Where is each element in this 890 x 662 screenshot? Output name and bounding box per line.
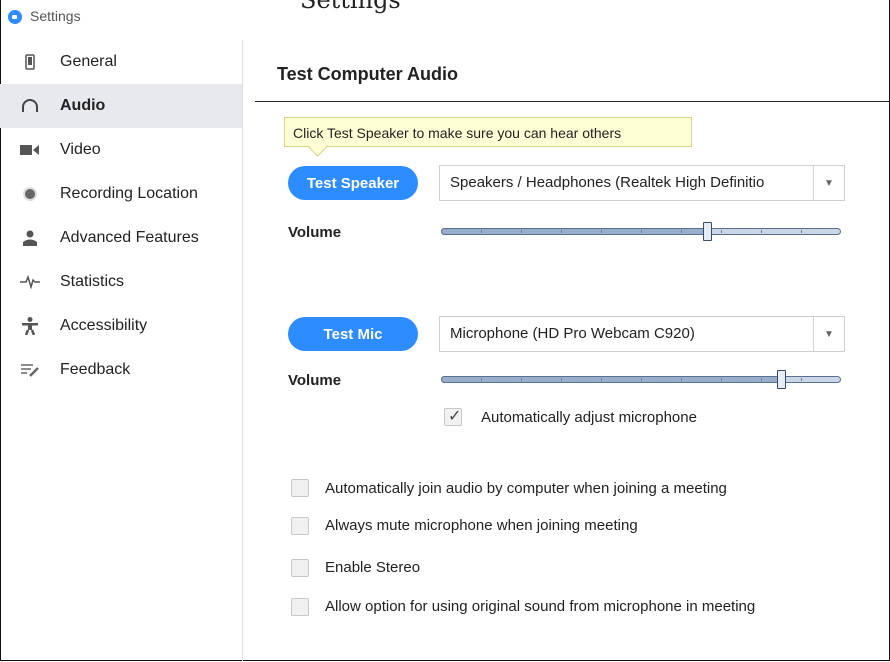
speaker-device-select[interactable]: Speakers / Headphones (Realtek High Defi… — [439, 165, 845, 201]
enable-stereo-checkbox[interactable]: ✓ — [291, 559, 309, 577]
phone-icon — [0, 54, 60, 70]
sidebar-item-advanced-features[interactable]: Advanced Features — [0, 216, 242, 260]
sidebar-item-audio[interactable]: Audio — [0, 84, 242, 128]
mic-volume-label: Volume — [288, 372, 342, 389]
slider-tick — [481, 230, 482, 233]
sidebar: General Audio Video Recording Location A… — [0, 40, 243, 662]
sidebar-item-general[interactable]: General — [0, 40, 242, 84]
sidebar-item-label: Recording Location — [60, 185, 198, 202]
slider-tick — [601, 230, 602, 233]
title-divider — [255, 101, 890, 102]
speaker-volume-label: Volume — [288, 224, 342, 241]
auto-join-audio-label: Automatically join audio by computer whe… — [325, 480, 727, 497]
sidebar-item-feedback[interactable]: Feedback — [0, 348, 242, 392]
sidebar-item-accessibility[interactable]: Accessibility — [0, 304, 242, 348]
page-title: Test Computer Audio — [277, 64, 458, 84]
slider-tick — [681, 230, 682, 233]
slider-tick — [761, 378, 762, 381]
slider-thumb[interactable] — [777, 370, 786, 389]
window-title: Settings — [30, 8, 81, 24]
auto-adjust-mic-label: Automatically adjust microphone — [481, 409, 697, 426]
sidebar-item-statistics[interactable]: Statistics — [0, 260, 242, 304]
headphones-icon — [0, 98, 60, 114]
slider-tick — [801, 378, 802, 381]
feedback-icon — [0, 363, 60, 377]
sidebar-item-label: Video — [60, 141, 101, 158]
cropped-heading: Settings — [300, 0, 401, 14]
auto-join-audio-checkbox[interactable]: ✓ — [291, 479, 309, 497]
record-icon — [0, 186, 60, 202]
sidebar-item-label: Accessibility — [60, 317, 148, 334]
test-speaker-tooltip: Click Test Speaker to make sure you can … — [284, 117, 692, 147]
tooltip-text: Click Test Speaker to make sure you can … — [293, 125, 622, 141]
slider-tick — [601, 378, 602, 381]
slider-tick — [641, 378, 642, 381]
zoom-app-icon — [8, 10, 22, 24]
slider-thumb[interactable] — [703, 222, 712, 241]
mic-device-value: Microphone (HD Pro Webcam C920) — [450, 325, 695, 342]
sidebar-item-label: Audio — [60, 97, 106, 114]
speaker-volume-slider[interactable] — [441, 222, 841, 241]
video-camera-icon — [0, 144, 60, 156]
chevron-down-icon[interactable]: ▼ — [813, 317, 844, 351]
slider-tick — [801, 230, 802, 233]
sidebar-item-label: Feedback — [60, 361, 131, 378]
enable-stereo-label: Enable Stereo — [325, 559, 421, 576]
slider-tick — [481, 378, 482, 381]
original-sound-checkbox[interactable]: ✓ — [291, 598, 309, 616]
speaker-device-value: Speakers / Headphones (Realtek High Defi… — [450, 174, 765, 191]
title-bar: Settings Settings — [0, 0, 890, 40]
sidebar-item-label: Statistics — [60, 273, 125, 290]
person-icon — [0, 230, 60, 246]
test-speaker-button[interactable]: Test Speaker — [288, 166, 418, 200]
audio-settings-panel: Test Computer Audio Click Test Speaker t… — [243, 40, 890, 662]
accessibility-icon — [0, 317, 60, 335]
pulse-icon — [0, 275, 60, 289]
slider-tick — [721, 378, 722, 381]
mic-device-select[interactable]: Microphone (HD Pro Webcam C920) ▼ — [439, 316, 845, 352]
always-mute-mic-label: Always mute microphone when joining meet… — [325, 517, 638, 534]
slider-tick — [721, 230, 722, 233]
sidebar-item-video[interactable]: Video — [0, 128, 242, 172]
sidebar-item-label: General — [60, 53, 117, 70]
sidebar-item-label: Advanced Features — [60, 229, 199, 246]
slider-tick — [521, 378, 522, 381]
slider-tick — [561, 378, 562, 381]
auto-adjust-mic-checkbox[interactable]: ✓ — [444, 408, 462, 426]
slider-tick — [641, 230, 642, 233]
slider-tick — [561, 230, 562, 233]
checkmark-icon: ✓ — [448, 408, 462, 425]
test-mic-button[interactable]: Test Mic — [288, 317, 418, 351]
slider-tick — [681, 378, 682, 381]
original-sound-label: Allow option for using original sound fr… — [325, 598, 756, 615]
sidebar-item-recording-location[interactable]: Recording Location — [0, 172, 242, 216]
slider-fill — [441, 376, 781, 383]
mic-volume-slider[interactable] — [441, 370, 841, 389]
slider-tick — [761, 230, 762, 233]
always-mute-mic-checkbox[interactable]: ✓ — [291, 517, 309, 535]
slider-tick — [521, 230, 522, 233]
chevron-down-icon[interactable]: ▼ — [813, 166, 844, 200]
